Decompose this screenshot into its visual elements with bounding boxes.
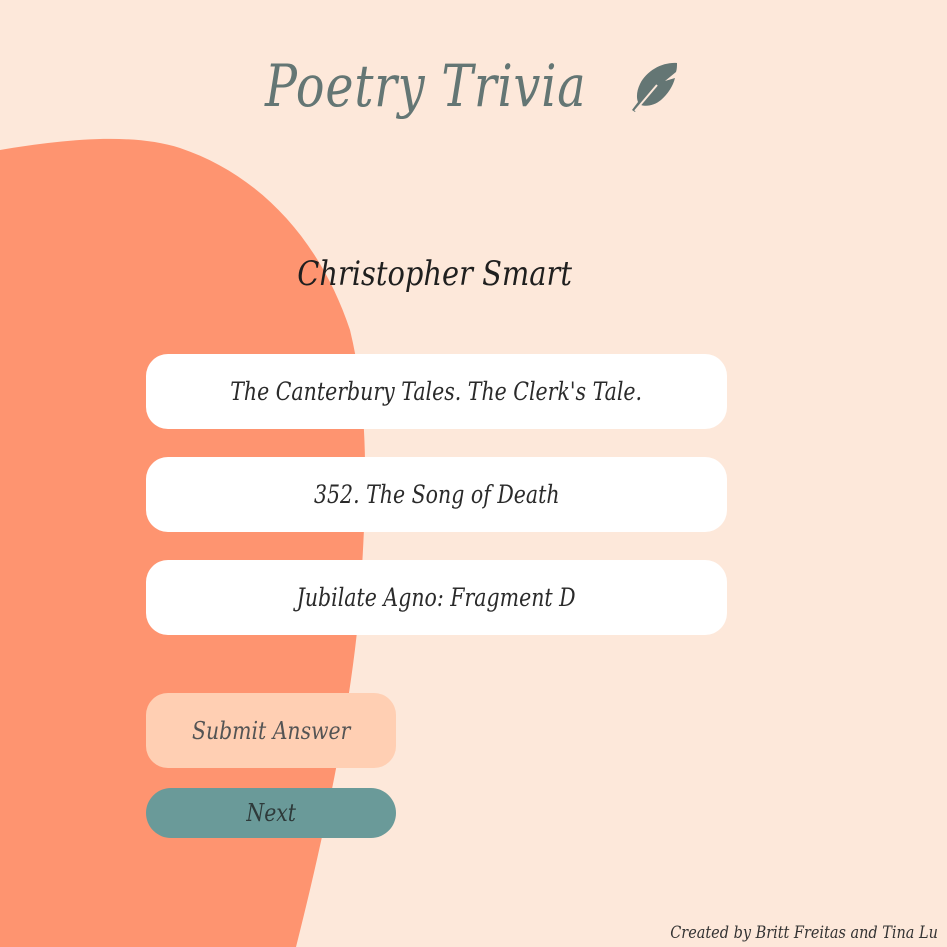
app-title: Poetry Trivia [265,52,587,120]
answer-option-1[interactable]: The Canterbury Tales. The Clerk's Tale. [146,354,727,429]
next-button[interactable]: Next [146,788,396,838]
answer-option-3[interactable]: Jubilate Agno: Fragment D [146,560,727,635]
submit-answer-button[interactable]: Submit Answer [146,693,396,768]
question-text: Christopher Smart [297,254,573,294]
feather-icon [632,62,678,112]
answer-option-2[interactable]: 352. The Song of Death [146,457,727,532]
app-header: Poetry Trivia [265,52,683,120]
footer-credit: Created by Britt Freitas and Tina Lu [670,923,938,943]
